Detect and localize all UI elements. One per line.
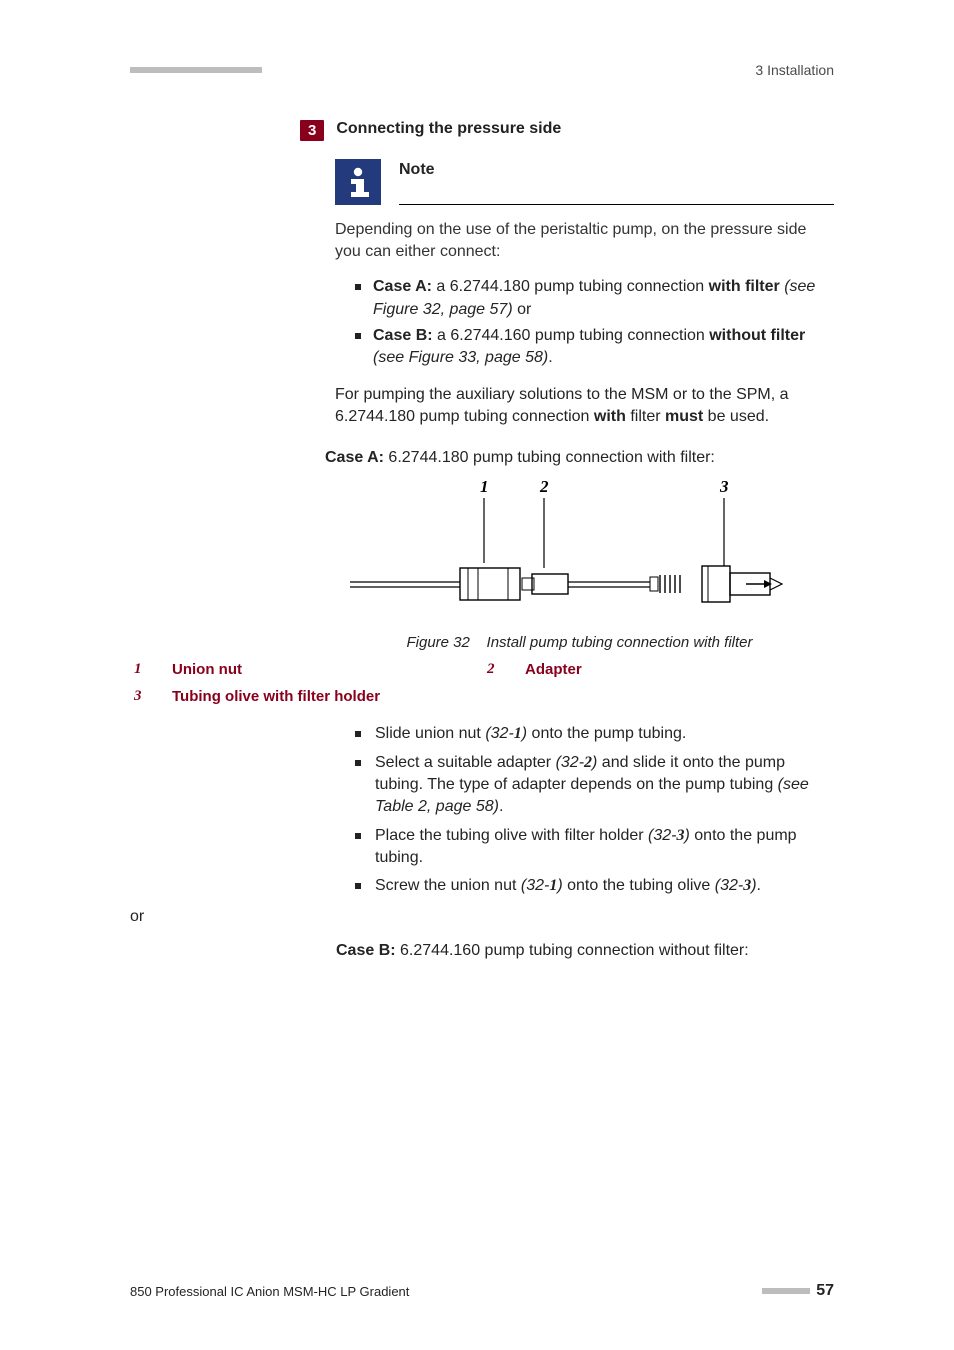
figure-label-2: 2 [539, 478, 549, 496]
decoration-dots-right [762, 1288, 810, 1294]
legend-label-2: Adapter [525, 661, 830, 678]
or-text: or [130, 908, 834, 926]
note-heading: Note [399, 161, 834, 179]
step-heading: 3 Connecting the pressure side [300, 120, 834, 141]
instruction-list: Slide union nut (32-1) onto the pump tub… [355, 723, 834, 898]
decoration-dots-left [130, 67, 262, 73]
instruction-4: Screw the union nut (32-1) onto the tubi… [355, 875, 834, 897]
note-intro: Depending on the use of the peristaltic … [335, 219, 834, 262]
figure-legend: 1 Union nut 2 Adapter 3 Tubing olive wit… [130, 661, 834, 705]
note-block: Note [335, 159, 834, 205]
product-name: 850 Professional IC Anion MSM-HC LP Grad… [130, 1284, 409, 1299]
legend-num-1: 1 [134, 661, 162, 678]
info-icon [335, 159, 381, 205]
instruction-3: Place the tubing olive with filter holde… [355, 825, 834, 870]
instruction-2: Select a suitable adapter (32-2) and sli… [355, 752, 834, 819]
legend-label-1: Union nut [172, 661, 477, 678]
page-number: 57 [816, 1282, 834, 1300]
case-b-intro: Case B: 6.2744.160 pump tubing connectio… [336, 940, 834, 962]
page-footer: 850 Professional IC Anion MSM-HC LP Grad… [130, 1282, 834, 1300]
legend-num-3: 3 [134, 688, 162, 705]
note-case-b: Case B: a 6.2744.160 pump tubing connect… [355, 325, 834, 370]
case-a-intro: Case A: 6.2744.180 pump tubing connectio… [325, 447, 834, 469]
legend-label-3: Tubing olive with filter holder [172, 688, 477, 705]
step-number-badge: 3 [300, 120, 324, 141]
legend-num-2: 2 [487, 661, 515, 678]
instruction-1: Slide union nut (32-1) onto the pump tub… [355, 723, 834, 745]
chapter-label: 3 Installation [755, 62, 834, 78]
figure-32: 1 2 3 [325, 478, 834, 628]
figure-label-1: 1 [480, 478, 489, 496]
figure-label-3: 3 [719, 478, 729, 496]
note-case-list: Case A: a 6.2744.180 pump tubing connect… [355, 276, 834, 370]
figure-caption: Figure 32 Install pump tubing connection… [325, 634, 834, 651]
note-closing: For pumping the auxiliary solutions to t… [335, 384, 834, 429]
step-title: Connecting the pressure side [336, 120, 561, 138]
page-header: 3 Installation [130, 62, 834, 78]
note-case-a: Case A: a 6.2744.180 pump tubing connect… [355, 276, 834, 321]
